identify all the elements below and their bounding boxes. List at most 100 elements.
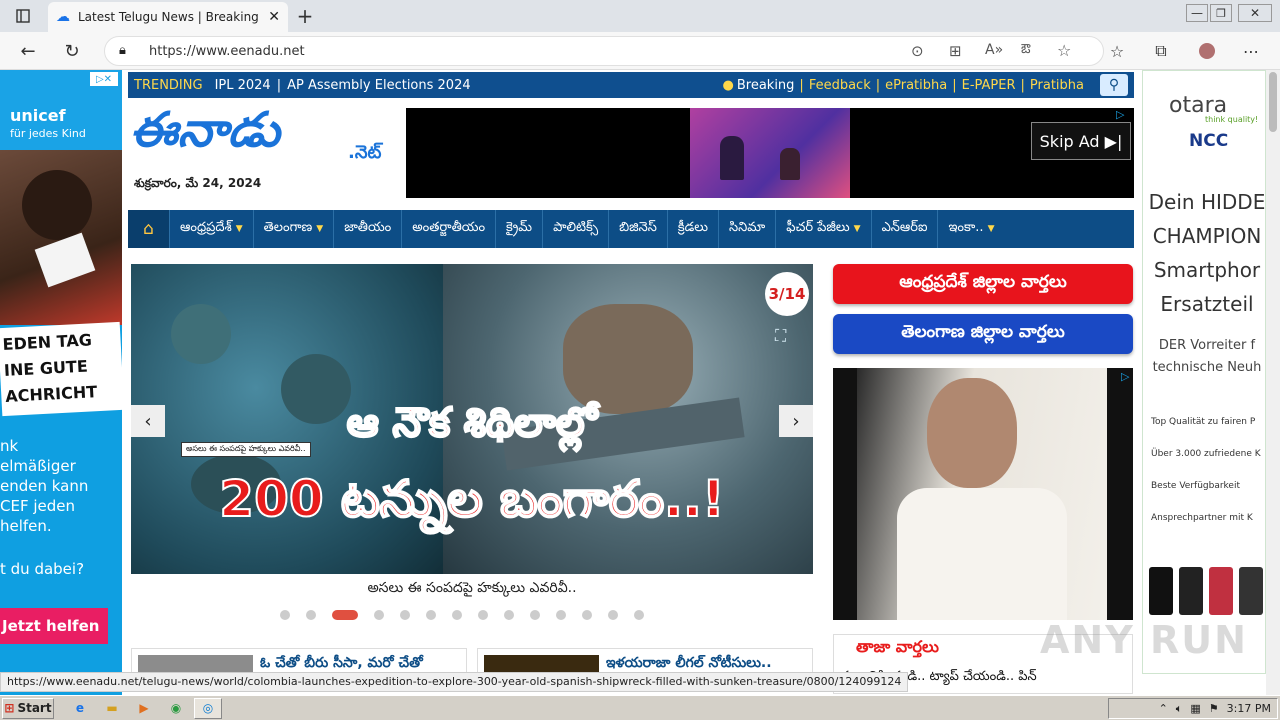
right-ad-headline: Dein HIDDE CHAMPION Smartphor Ersatzteil (1148, 190, 1266, 316)
skip-ad-button[interactable]: Skip Ad ▶| (1031, 122, 1131, 160)
slider-dot[interactable] (400, 610, 410, 620)
left-ad-banner[interactable]: ▷✕ unicef für jedes Kind EDEN TAG INE GU… (0, 70, 122, 695)
nav-item-politics[interactable]: పాలిటిక్స్ (543, 210, 610, 248)
add-favorite-icon[interactable]: ☆ (1057, 41, 1071, 60)
flag-icon[interactable]: ⚑ (1209, 702, 1219, 715)
slider-dot[interactable] (426, 610, 436, 620)
link-epaper[interactable]: E-PAPER (962, 78, 1016, 93)
nav-item-business[interactable]: బిజినెస్ (609, 210, 668, 248)
close-window-button[interactable]: ✕ (1238, 4, 1272, 22)
unicef-body-text: nk elmäßiger enden kann CEF jeden helfen… (0, 437, 89, 535)
address-bar[interactable]: 🔒︎ https://www.eenadu.net ⊙ ⊞ A» ఔ ☆ (104, 36, 1104, 66)
ap-district-news-button[interactable]: ఆంధ్రప్రదేశ్ జిల్లాల వార్తలు (833, 264, 1133, 304)
nav-item-crime[interactable]: క్రైమ్ (496, 210, 544, 248)
link-epratibha[interactable]: ePratibha (885, 78, 947, 93)
trending-label: TRENDING (134, 77, 203, 93)
tab-actions-icon[interactable] (12, 6, 34, 26)
slider-dot[interactable] (530, 610, 540, 620)
profile-avatar-icon[interactable] (1196, 40, 1218, 62)
link-breaking[interactable]: Breaking (737, 78, 795, 93)
read-aloud-icon[interactable]: A» (985, 42, 1003, 58)
slider-dot[interactable] (306, 610, 316, 620)
slide-caption[interactable]: అసలు ఈ సంపదపై హక్కులు ఎవరివీ.. (131, 580, 813, 599)
url-text[interactable]: https://www.eenadu.net (149, 44, 305, 59)
nav-item-feature-pages[interactable]: ఫీచర్ పేజీలు ▼ (776, 210, 872, 248)
browser-tab[interactable]: ☁ Latest Telugu News | Breaking Ne ✕ (48, 2, 288, 32)
jetzt-helfen-button[interactable]: Jetzt helfen (0, 608, 108, 644)
trending-item-elections[interactable]: AP Assembly Elections 2024 (287, 78, 471, 93)
right-ad-bullet: Top Qualität zu fairen P (1151, 417, 1256, 427)
collections-icon[interactable]: ⧉ (1150, 40, 1172, 62)
slider-dot[interactable] (504, 610, 514, 620)
favorites-icon[interactable]: ☆ (1106, 40, 1128, 62)
browser-tab-bar: ☁ Latest Telugu News | Breaking Ne ✕ + —… (0, 0, 1280, 32)
close-tab-icon[interactable]: ✕ (268, 9, 280, 25)
unicef-tagline: für jedes Kind (10, 127, 86, 140)
side-ad[interactable]: ▷ (833, 368, 1133, 620)
edge-icon[interactable]: ◎ (194, 697, 222, 719)
top-video-ad[interactable]: ▷ Skip Ad ▶| (406, 108, 1134, 198)
slider-prev-button[interactable]: ‹ (131, 405, 165, 437)
ad-info-icon[interactable]: ▷ (1121, 370, 1129, 383)
chevron-down-icon: ▼ (235, 224, 243, 234)
restore-button[interactable]: ❐ (1210, 4, 1232, 22)
more-menu-icon[interactable]: ⋯ (1240, 40, 1262, 62)
eenadu-logo[interactable]: ఈనాడు .నెట్ శుక్రవారం, మే 24, 2024 (130, 102, 400, 198)
back-arrow-icon[interactable]: ← (16, 40, 40, 62)
refresh-icon[interactable]: ↻ (60, 40, 84, 62)
new-tab-button[interactable]: + (294, 4, 316, 28)
ie-icon[interactable]: e (66, 698, 94, 719)
chrome-icon[interactable]: ◉ (162, 698, 190, 719)
start-button[interactable]: ⊞ Start (2, 697, 54, 719)
media-player-icon[interactable]: ▶ (130, 698, 158, 719)
slider-dot[interactable] (556, 610, 566, 620)
slider-dot[interactable] (634, 610, 644, 620)
slider-dot[interactable] (478, 610, 488, 620)
logo-suffix: .నెట్ (348, 142, 382, 163)
slider-dot[interactable] (280, 610, 290, 620)
nav-item-national[interactable]: జాతీయం (334, 210, 403, 248)
home-icon[interactable]: ⌂ (128, 210, 170, 248)
translate-icon[interactable]: ఔ (1021, 42, 1031, 60)
network-icon[interactable]: ▦ (1190, 702, 1200, 715)
unicef-banner-text: EDEN TAG INE GUTE ACHRICHT (0, 321, 122, 417)
status-bar-url: https://www.eenadu.net/telugu-news/world… (0, 672, 909, 692)
link-pratibha[interactable]: Pratibha (1030, 78, 1084, 93)
nav-item-andhra[interactable]: ఆంధ్రప్రదేశ్ ▼ (170, 210, 254, 248)
slider-dot[interactable] (582, 610, 592, 620)
ad-woman-photo (857, 368, 1107, 620)
slider-dot[interactable] (332, 610, 358, 620)
slider-next-button[interactable]: › (779, 405, 813, 437)
nav-item-more[interactable]: ఇంకా.. ▼ (938, 210, 1004, 248)
otara-tagline: think quality! (1205, 115, 1259, 124)
bulb-icon: ● (722, 77, 734, 93)
windows-taskbar: ⊞ Start e ▬ ▶ ◉ ◎ ⌃ 🔈︎ ▦ ⚑ 3:17 PM (0, 695, 1280, 720)
ncc-logo: NCC (1189, 131, 1229, 151)
nav-item-nri[interactable]: ఎన్‌ఆర్‌ఐ (872, 210, 939, 248)
folder-icon[interactable]: ▬ (98, 698, 126, 719)
apps-icon[interactable]: ⊞ (949, 42, 962, 60)
ad-info-icon[interactable]: ▷ (1116, 108, 1124, 121)
search-icon[interactable]: ⚲ (1100, 74, 1128, 96)
slider-dot[interactable] (452, 610, 462, 620)
nav-item-cinema[interactable]: సినిమా (719, 210, 777, 248)
volume-icon[interactable]: 🔈︎ (1176, 702, 1183, 716)
ad-choices-icon[interactable]: ▷✕ (90, 72, 118, 86)
nav-item-international[interactable]: అంతర్జాతీయం (402, 210, 497, 248)
trending-item-ipl[interactable]: IPL 2024 (215, 78, 271, 93)
tray-expand-icon[interactable]: ⌃ (1159, 702, 1168, 715)
expand-icon[interactable]: ⛶ (775, 326, 786, 346)
slider-dot[interactable] (374, 610, 384, 620)
location-icon[interactable]: ⊙ (911, 42, 924, 60)
minimize-button[interactable]: — (1186, 4, 1208, 22)
nav-item-sports[interactable]: క్రీడలు (668, 210, 720, 248)
slider-dot[interactable] (608, 610, 618, 620)
slide-headline-line1: ఆ నౌక శిథిలాల్లో (346, 399, 598, 447)
right-ad-banner[interactable]: otara think quality! NCC Dein HIDDE CHAM… (1142, 70, 1266, 674)
page-scrollbar[interactable] (1266, 70, 1280, 695)
headline-slider[interactable]: 3/14 ⛶ అసలు ఈ సంపదపై హక్కులు ఎవరివీ.. ఆ … (131, 264, 813, 574)
ts-district-news-button[interactable]: తెలంగాణ జిల్లాల వార్తలు (833, 314, 1133, 354)
clock[interactable]: 3:17 PM (1227, 702, 1271, 715)
nav-item-telangana[interactable]: తెలంగాణ ▼ (254, 210, 335, 248)
link-feedback[interactable]: Feedback (809, 78, 871, 93)
